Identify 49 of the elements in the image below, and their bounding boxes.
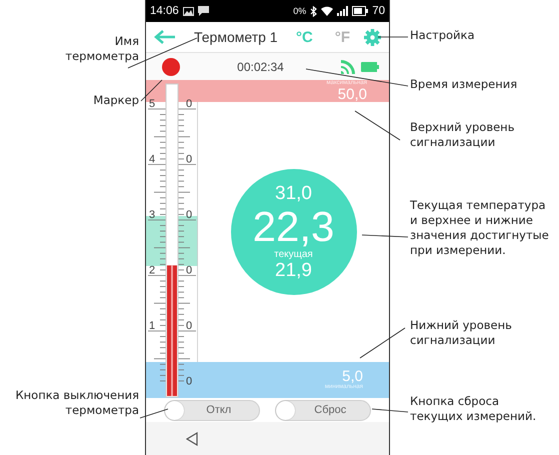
leader-line <box>360 328 406 358</box>
battery-icon <box>361 62 379 72</box>
scale-label: 1 <box>149 320 156 332</box>
scale-label: 0 <box>186 98 192 110</box>
scale-label: 0 <box>186 154 192 166</box>
callout-label: Маркер <box>93 93 139 108</box>
scale-label: 2 <box>149 264 156 276</box>
battery-level: 70 <box>372 5 385 17</box>
nav-back-icon[interactable] <box>186 432 198 446</box>
data-rate: 0% <box>293 6 306 16</box>
clock-time: 14:06 <box>150 5 179 17</box>
scale-label: 0 <box>186 376 192 388</box>
max-temperature: 31,0 <box>275 182 312 204</box>
marker-dot[interactable] <box>162 58 180 76</box>
thermometer-name: Термометр 1 <box>194 29 279 45</box>
leader-line <box>372 408 408 412</box>
scale-label: 0 <box>186 320 192 332</box>
toggle-button[interactable]: Откл <box>164 400 260 420</box>
scale-label: 0 <box>186 209 192 221</box>
bluetooth-icon <box>310 6 318 16</box>
leader-line <box>378 36 408 38</box>
current-caption: текущая <box>274 248 313 260</box>
callout-label: Кнопка сброса текущих измерений. <box>410 394 536 424</box>
toggle-button[interactable]: Сброс <box>275 400 372 420</box>
leader-line <box>362 234 408 238</box>
battery-icon <box>352 6 368 16</box>
elapsed-time: 00:02:34 <box>236 60 285 74</box>
image-icon <box>182 6 194 16</box>
lower-alarm-value: 5,0 <box>342 369 363 384</box>
signal-strength-icon <box>341 60 355 74</box>
min-temperature: 21,9 <box>275 260 312 282</box>
scale-label: 3 <box>149 209 156 221</box>
scale-label: 0 <box>186 264 192 276</box>
signal-icon <box>337 6 348 16</box>
callout-label: Кнопка выключения термометра <box>15 388 139 418</box>
callout-label: Текущая температура и верхнее и нижние значения достигнутые при измерении. <box>410 198 549 258</box>
upper-alarm-value: 50,0 <box>338 87 367 102</box>
message-icon <box>198 6 209 16</box>
leader-line <box>354 110 400 140</box>
wifi-icon <box>321 6 334 16</box>
callout-label: Имя термометра <box>65 34 139 64</box>
callout-label: Настройка <box>410 28 475 43</box>
callout-label: Время измерения <box>410 77 518 92</box>
scale-label: 4 <box>149 154 156 166</box>
leader-line <box>140 408 168 418</box>
callout-label: Верхний уровень сигнализации <box>410 120 514 150</box>
current-temperature: 22,3 <box>252 204 334 248</box>
callout-label: Нижний уровень сигнализации <box>410 318 512 348</box>
scale-label: 5 <box>149 98 156 110</box>
